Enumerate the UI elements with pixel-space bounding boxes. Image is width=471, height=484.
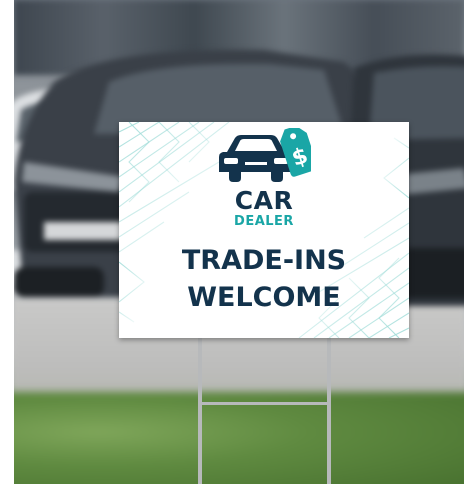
car-dealer-logo: $: [219, 128, 311, 182]
wire-stake-left: [198, 336, 202, 484]
yard-sign: $ CAR DEALER TRADE-INS WELCOME: [119, 122, 409, 338]
sign-brand-dealer: DEALER: [234, 214, 294, 229]
wire-stake-right: [327, 336, 331, 484]
blurred-grass: [14, 392, 464, 484]
sign-headline-line-1: TRADE-INS: [181, 245, 347, 276]
sign-brand-car: CAR: [234, 186, 294, 215]
sign-headline-line-2: WELCOME: [187, 282, 341, 313]
wire-stake-crossbar: [198, 402, 331, 405]
